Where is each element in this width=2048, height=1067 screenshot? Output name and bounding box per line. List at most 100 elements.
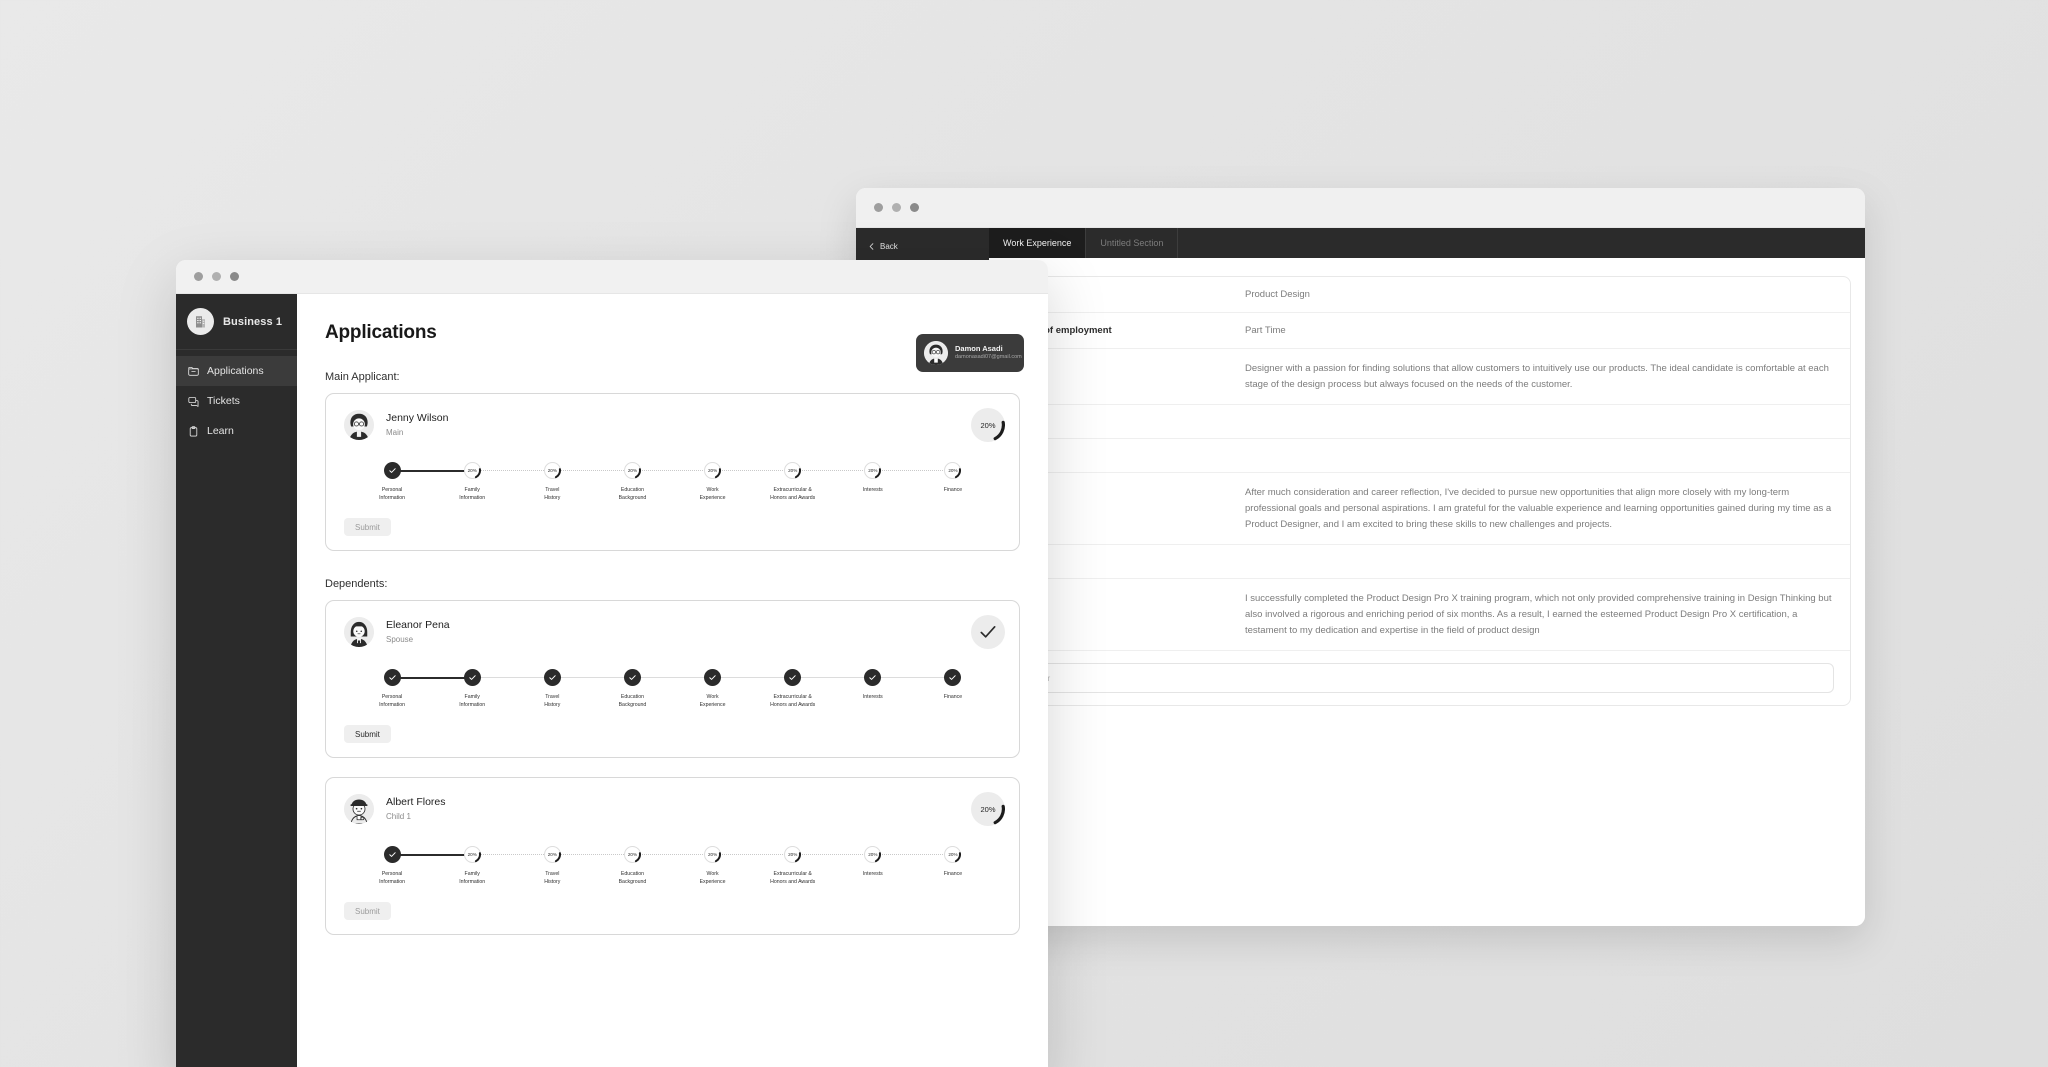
percent-badge: 20% bbox=[971, 792, 1005, 827]
close-window-dot[interactable] bbox=[194, 272, 203, 281]
background-tabbar[interactable]: Work Experience Untitled Section bbox=[989, 228, 1865, 258]
minimize-window-dot[interactable] bbox=[212, 272, 221, 281]
stepper-step[interactable]: 20% Interests bbox=[792, 462, 913, 502]
stepper-node[interactable] bbox=[944, 669, 962, 687]
app-sidebar: Business 1 Applications Tickets Learn bbox=[176, 294, 297, 1067]
stepper-step[interactable]: 20% Extracurricular & Honors and Awards bbox=[712, 846, 833, 886]
stepper-node[interactable]: 20% bbox=[944, 846, 962, 864]
stepper-node[interactable] bbox=[383, 669, 401, 687]
stepper-node[interactable]: 20% bbox=[704, 462, 722, 479]
maximize-window-dot[interactable] bbox=[910, 203, 919, 212]
stepper-node[interactable] bbox=[383, 846, 401, 864]
stepper-node[interactable] bbox=[704, 669, 722, 687]
stepper-node[interactable] bbox=[623, 669, 641, 687]
stepper-step[interactable]: Finance bbox=[872, 669, 993, 709]
stepper-step[interactable]: 20% Education Background bbox=[552, 462, 672, 502]
stepper-step[interactable]: 20% Travel History bbox=[472, 462, 592, 502]
check-icon bbox=[971, 615, 1005, 650]
stepper-node[interactable]: 20% bbox=[704, 846, 722, 864]
sidebar-item-learn[interactable]: Learn bbox=[176, 416, 297, 446]
stepper-step[interactable]: 20% Finance bbox=[872, 846, 993, 886]
stepper-node[interactable] bbox=[864, 669, 882, 687]
stepper-node[interactable]: 20% bbox=[543, 462, 561, 479]
stepper-label: Finance bbox=[943, 694, 963, 701]
tab-work-experience[interactable]: Work Experience bbox=[989, 228, 1087, 258]
submit-button[interactable]: Submit bbox=[344, 902, 391, 921]
progress-stepper: Personal Information Family Information Tr… bbox=[352, 669, 993, 709]
stepper-node[interactable]: 20% bbox=[944, 462, 962, 479]
stepper-connector bbox=[872, 854, 953, 856]
stepper-step[interactable]: 20% Extracurricular & Honors and Awards bbox=[712, 462, 833, 502]
stepper-node[interactable]: 20% bbox=[623, 846, 641, 864]
stepper-label: Interests bbox=[862, 487, 883, 493]
stepper-step[interactable]: 20% Interests bbox=[792, 846, 913, 886]
applicant-card[interactable]: Eleanor Pena Spouse Personal Information Fa… bbox=[325, 600, 1020, 759]
progress-arc bbox=[784, 846, 802, 864]
sidebar-item-applications[interactable]: Applications bbox=[176, 356, 297, 386]
stepper-step[interactable]: 20% Family Information bbox=[392, 846, 512, 886]
progress-arc bbox=[623, 462, 641, 479]
stepper-label: Education Background bbox=[618, 694, 647, 709]
stepper-connector bbox=[712, 470, 793, 471]
brand[interactable]: Business 1 bbox=[176, 294, 297, 350]
stepper-step[interactable]: Personal Information bbox=[352, 462, 432, 502]
stepper-node[interactable] bbox=[784, 669, 802, 687]
back-button[interactable]: Back bbox=[864, 238, 981, 261]
check-icon bbox=[629, 675, 636, 681]
stepper-label: Work Experience bbox=[699, 871, 726, 886]
stepper-node[interactable]: 20% bbox=[543, 846, 561, 864]
progress-arc bbox=[543, 462, 561, 479]
user-chip[interactable]: Damon Asadi damonasadi07@gmail.com bbox=[916, 334, 1024, 372]
background-window-titlebar[interactable] bbox=[856, 188, 1865, 228]
field-row: TitleProduct Design bbox=[1004, 277, 1850, 313]
close-window-dot[interactable] bbox=[874, 203, 883, 212]
stepper-step[interactable]: Interests bbox=[792, 669, 913, 709]
applications-window-titlebar[interactable] bbox=[176, 260, 1048, 294]
submit-button[interactable]: Submit bbox=[344, 518, 391, 537]
stepper-step[interactable]: 20% Education Background bbox=[552, 846, 672, 886]
maximize-window-dot[interactable] bbox=[230, 272, 239, 281]
stepper-node[interactable]: 20% bbox=[784, 846, 802, 864]
stepper-step[interactable]: Personal Information bbox=[352, 669, 432, 709]
stepper-step[interactable]: Family Information bbox=[392, 669, 512, 709]
stepper-node[interactable]: 20% bbox=[864, 846, 882, 864]
stepper-step[interactable]: 20% Work Experience bbox=[632, 846, 753, 886]
stepper-node[interactable]: 20% bbox=[463, 846, 481, 864]
stepper-label: Finance bbox=[943, 487, 963, 493]
stepper-step[interactable]: 20% Family Information bbox=[392, 462, 512, 502]
stepper-step[interactable]: Travel History bbox=[472, 669, 592, 709]
field-label: Type of employment bbox=[1020, 325, 1112, 336]
stepper-node[interactable] bbox=[383, 462, 401, 479]
submit-button[interactable]: Submit bbox=[344, 725, 391, 744]
notes-input[interactable]: Enter bbox=[1020, 663, 1834, 694]
stepper-node[interactable] bbox=[463, 669, 481, 687]
sidebar-nav: Applications Tickets Learn bbox=[176, 350, 297, 446]
stepper-node[interactable]: 20% bbox=[623, 462, 641, 479]
applicant-header: Albert Flores Child 1 bbox=[344, 794, 1001, 825]
applicant-card[interactable]: Albert Flores Child 1 20% Personal Informat… bbox=[325, 777, 1020, 936]
background-main: Work Experience Untitled Section TitlePro… bbox=[989, 228, 1865, 926]
stepper-label: Work Experience bbox=[699, 694, 726, 709]
stepper-step[interactable]: Personal Information bbox=[352, 846, 432, 886]
applicant-header: Eleanor Pena Spouse bbox=[344, 617, 1001, 648]
stepper-node[interactable]: 20% bbox=[463, 462, 481, 479]
stepper-step[interactable]: 20% Finance bbox=[872, 462, 993, 502]
stepper-step[interactable]: 20% Travel History bbox=[472, 846, 592, 886]
stepper-step[interactable]: 20% Work Experience bbox=[632, 462, 753, 502]
sidebar-item-tickets[interactable]: Tickets bbox=[176, 386, 297, 416]
stepper-node[interactable]: 20% bbox=[784, 462, 802, 479]
stepper-step[interactable]: Education Background bbox=[552, 669, 672, 709]
stepper-node[interactable] bbox=[543, 669, 561, 687]
stepper-step[interactable]: Work Experience bbox=[632, 669, 753, 709]
tab-untitled-section[interactable]: Untitled Section bbox=[1086, 228, 1179, 258]
applications-window[interactable]: Business 1 Applications Tickets Learn Appl… bbox=[176, 260, 1048, 1067]
progress-arc bbox=[864, 462, 882, 479]
applicant-name: Albert Flores bbox=[386, 796, 446, 809]
check-icon bbox=[388, 675, 396, 681]
applicant-card[interactable]: Jenny Wilson Main 20% Personal Information 2… bbox=[325, 393, 1020, 552]
field-value: After much consideration and career refl… bbox=[1245, 487, 1832, 530]
stepper-node[interactable]: 20% bbox=[864, 462, 882, 479]
stepper-connector bbox=[872, 470, 953, 471]
stepper-step[interactable]: Extracurricular & Honors and Awards bbox=[712, 669, 833, 709]
minimize-window-dot[interactable] bbox=[892, 203, 901, 212]
